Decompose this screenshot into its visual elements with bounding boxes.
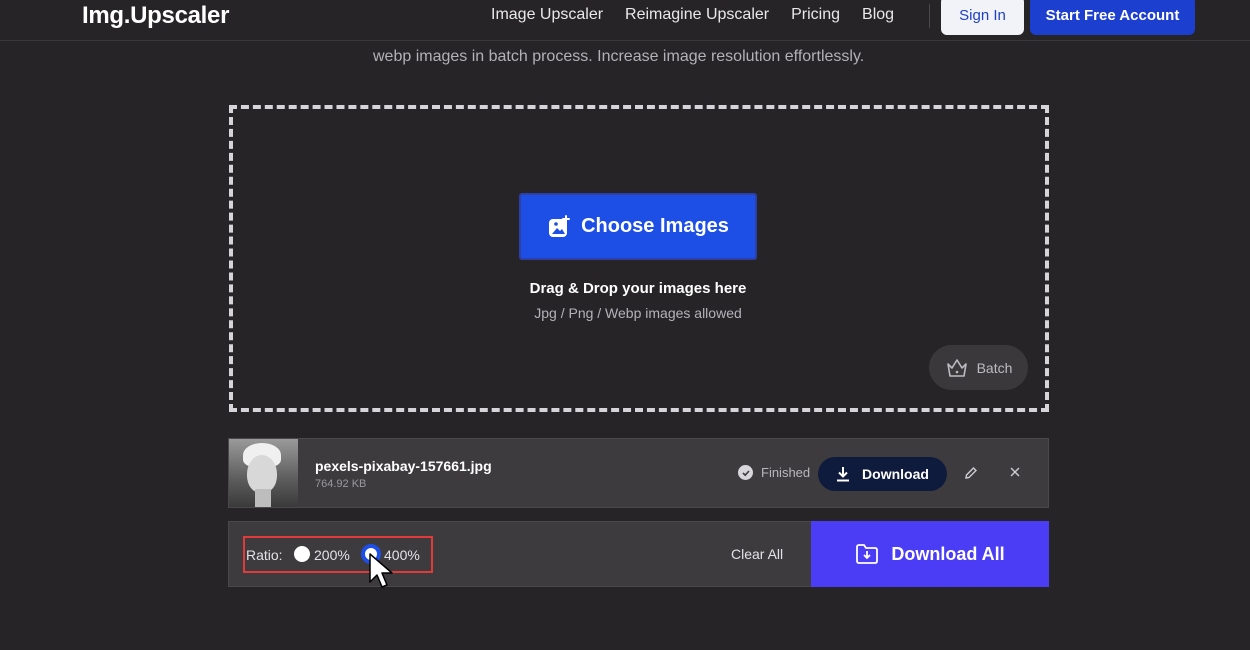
download-all-label: Download All (891, 543, 1005, 564)
file-size: 764.92 KB (315, 478, 367, 490)
nav-blog[interactable]: Blog (862, 6, 894, 24)
allowed-formats: Jpg / Png / Webp images allowed (534, 305, 742, 321)
download-button[interactable]: Download (818, 457, 947, 491)
batch-button[interactable]: Batch (929, 345, 1028, 390)
file-row: pexels-pixabay-157661.jpg 764.92 KB Fini… (228, 438, 1049, 508)
download-all-button[interactable]: Download All (811, 521, 1049, 587)
file-thumbnail (229, 439, 298, 507)
crown-icon (946, 358, 967, 377)
file-status: Finished (738, 465, 810, 480)
radio-200[interactable] (294, 546, 310, 562)
pencil-icon[interactable] (964, 466, 978, 480)
nav-image-upscaler[interactable]: Image Upscaler (491, 6, 603, 24)
close-icon[interactable] (1008, 465, 1022, 479)
hero-subtitle: webp images in batch process. Increase i… (373, 48, 865, 65)
clear-all-button[interactable]: Clear All (731, 546, 783, 562)
top-navbar: Img.Upscaler Image Upscaler Reimagine Up… (0, 0, 1250, 41)
radio-200-label[interactable]: 200% (314, 547, 350, 563)
folder-download-icon (856, 544, 879, 564)
nav-pricing[interactable]: Pricing (791, 6, 840, 24)
add-image-icon (549, 214, 571, 237)
batch-label: Batch (976, 359, 1013, 376)
sign-in-button[interactable]: Sign In (941, 0, 1024, 35)
status-label: Finished (761, 465, 811, 480)
ratio-label: Ratio: (246, 547, 283, 563)
file-name: pexels-pixabay-157661.jpg (315, 458, 492, 474)
download-label: Download (862, 466, 929, 482)
nav-reimagine-upscaler[interactable]: Reimagine Upscaler (625, 6, 769, 24)
drag-drop-title: Drag & Drop your images here (529, 280, 747, 297)
start-free-account-button[interactable]: Start Free Account (1030, 0, 1195, 35)
download-icon (837, 467, 850, 482)
check-circle-icon (738, 465, 753, 480)
mouse-cursor-icon (369, 553, 393, 588)
logo[interactable]: Img.Upscaler (82, 2, 229, 30)
bottom-action-bar: Ratio: 200% 400% Clear All Download All (228, 521, 1049, 588)
nav-divider (929, 4, 930, 28)
main-nav: Image Upscaler Reimagine Upscaler Pricin… (491, 6, 894, 24)
choose-images-button[interactable]: Choose Images (519, 193, 757, 260)
choose-images-label: Choose Images (581, 215, 729, 237)
